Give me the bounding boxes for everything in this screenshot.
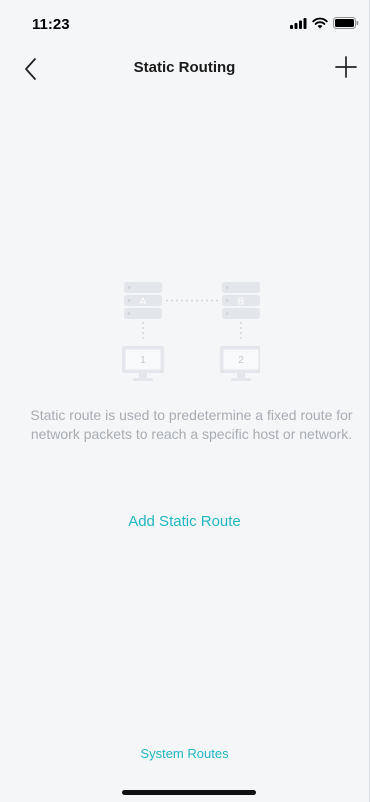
nav-bar: Static Routing <box>0 44 369 92</box>
home-indicator <box>122 790 256 795</box>
page-title: Static Routing <box>133 59 236 76</box>
host-1-label: 1 <box>140 355 146 366</box>
router-b-icon: B <box>222 282 260 319</box>
system-routes-link[interactable]: System Routes <box>0 746 369 761</box>
wifi-icon <box>312 17 328 29</box>
cellular-signal-icon <box>290 17 307 29</box>
router-b-label: B <box>238 297 245 308</box>
host-2-label: 2 <box>238 355 244 366</box>
status-time: 11:23 <box>32 16 70 33</box>
static-routing-illustration: A B 1 2 <box>122 282 260 381</box>
status-icons <box>290 17 359 29</box>
router-a-label: A <box>140 297 147 308</box>
host-1-icon: 1 <box>122 346 164 381</box>
add-route-button[interactable] <box>333 54 359 80</box>
status-bar: 11:23 <box>0 0 369 44</box>
host-2-icon: 2 <box>220 346 260 381</box>
empty-state-description: Static route is used to predetermine a f… <box>30 407 353 442</box>
router-a-icon: A <box>124 282 162 319</box>
add-static-route-link[interactable]: Add Static Route <box>0 513 369 530</box>
battery-icon <box>333 17 359 29</box>
screen: 11:23 Static Routing A B 1 2 Static rout… <box>0 0 370 802</box>
plus-icon <box>335 56 357 78</box>
